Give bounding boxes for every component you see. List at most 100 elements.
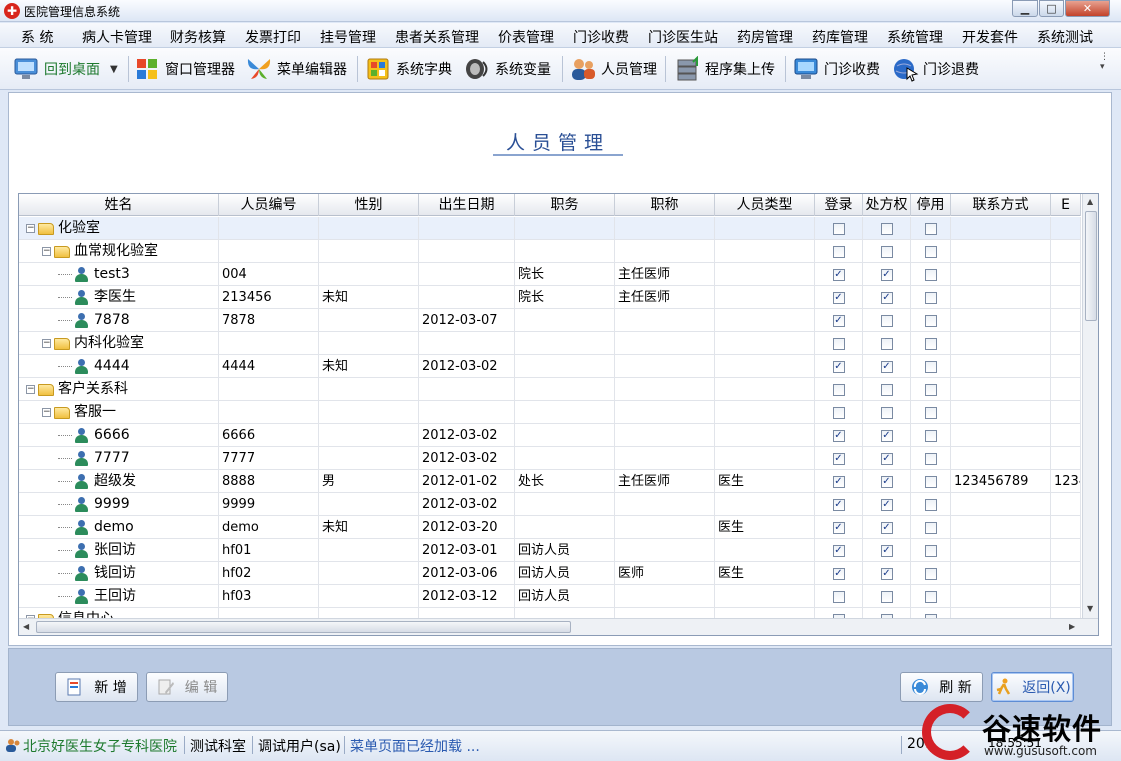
login-checkbox[interactable]: ✓ bbox=[832, 544, 845, 557]
menu-price-list[interactable]: 价表管理 bbox=[498, 27, 554, 47]
department-row[interactable]: − 客服一 bbox=[19, 401, 1081, 424]
collapse-toggle-icon[interactable]: − bbox=[42, 408, 51, 417]
menu-editor-button[interactable]: 菜单编辑器 bbox=[245, 56, 347, 82]
dropdown-arrow-icon[interactable]: ▼ bbox=[110, 64, 118, 75]
upload-assembly-button[interactable]: 程序集上传 bbox=[673, 55, 775, 82]
staff-row[interactable]: 9999 9999 2012-03-02 ✓ ✓ bbox=[19, 493, 1081, 516]
off-checkbox[interactable] bbox=[924, 360, 937, 373]
scroll-up-icon[interactable]: ▲ bbox=[1087, 197, 1093, 206]
off-checkbox[interactable] bbox=[924, 590, 937, 603]
off-checkbox[interactable] bbox=[924, 337, 937, 350]
menu-system[interactable]: 系 统 bbox=[21, 27, 53, 47]
off-checkbox[interactable] bbox=[924, 245, 937, 258]
menu-system-admin[interactable]: 系统管理 bbox=[887, 27, 943, 47]
rx-checkbox[interactable]: ✓ bbox=[880, 360, 893, 373]
rx-checkbox[interactable] bbox=[880, 590, 893, 603]
login-checkbox[interactable]: ✓ bbox=[832, 452, 845, 465]
vertical-scroll-thumb[interactable] bbox=[1085, 211, 1097, 321]
tree-cell[interactable]: 6666 bbox=[19, 424, 219, 447]
login-checkbox[interactable]: ✓ bbox=[832, 429, 845, 442]
tree-cell[interactable]: 李医生 bbox=[19, 286, 219, 309]
off-checkbox[interactable] bbox=[924, 268, 937, 281]
collapse-toggle-icon[interactable]: − bbox=[42, 339, 51, 348]
window-manager-button[interactable]: 窗口管理器 bbox=[133, 56, 235, 82]
toolbar-overflow-icon[interactable]: ⋮ ▾ bbox=[1100, 52, 1109, 72]
rx-checkbox[interactable] bbox=[880, 383, 893, 396]
rx-checkbox[interactable]: ✓ bbox=[880, 567, 893, 580]
header-disabled-col[interactable]: 停用 bbox=[911, 194, 951, 216]
tree-cell[interactable]: 张回访 bbox=[19, 539, 219, 562]
collapse-toggle-icon[interactable]: − bbox=[26, 385, 35, 394]
header-dob-col[interactable]: 出生日期 bbox=[419, 194, 515, 216]
system-variable-button[interactable]: 系统变量 bbox=[463, 56, 551, 82]
rx-checkbox[interactable]: ✓ bbox=[880, 429, 893, 442]
home-desktop-button[interactable]: 回到桌面 ▼ bbox=[12, 56, 118, 82]
login-checkbox[interactable]: ✓ bbox=[832, 314, 845, 327]
rx-checkbox[interactable]: ✓ bbox=[880, 498, 893, 511]
staff-row[interactable]: 4444 4444 未知 2012-03-02 ✓ ✓ bbox=[19, 355, 1081, 378]
login-checkbox[interactable] bbox=[832, 406, 845, 419]
off-checkbox[interactable] bbox=[924, 314, 937, 327]
off-checkbox[interactable] bbox=[924, 383, 937, 396]
tree-cell[interactable]: − 血常规化验室 bbox=[19, 240, 219, 263]
system-dictionary-button[interactable]: 系统字典 bbox=[364, 56, 452, 82]
login-checkbox[interactable]: ✓ bbox=[832, 475, 845, 488]
off-checkbox[interactable] bbox=[924, 222, 937, 235]
rx-checkbox[interactable] bbox=[880, 245, 893, 258]
off-checkbox[interactable] bbox=[924, 544, 937, 557]
rx-checkbox[interactable]: ✓ bbox=[880, 544, 893, 557]
header-extra-col[interactable]: E bbox=[1051, 194, 1081, 216]
off-checkbox[interactable] bbox=[924, 429, 937, 442]
tree-cell[interactable]: 9999 bbox=[19, 493, 219, 516]
header-type-col[interactable]: 人员类型 bbox=[715, 194, 815, 216]
rx-checkbox[interactable]: ✓ bbox=[880, 452, 893, 465]
department-row[interactable]: − 客户关系科 bbox=[19, 378, 1081, 401]
rx-checkbox[interactable] bbox=[880, 337, 893, 350]
header-login-col[interactable]: 登录 bbox=[815, 194, 863, 216]
menu-registration[interactable]: 挂号管理 bbox=[320, 27, 376, 47]
header-sex-col[interactable]: 性别 bbox=[319, 194, 419, 216]
menu-finance[interactable]: 财务核算 bbox=[170, 27, 226, 47]
login-checkbox[interactable]: ✓ bbox=[832, 291, 845, 304]
close-button[interactable]: ✕ bbox=[1065, 0, 1110, 17]
login-checkbox[interactable]: ✓ bbox=[832, 498, 845, 511]
refresh-button[interactable]: 刷 新 bbox=[900, 672, 983, 702]
off-checkbox[interactable] bbox=[924, 475, 937, 488]
scroll-down-icon[interactable]: ▼ bbox=[1087, 604, 1093, 613]
horizontal-scroll-thumb[interactable] bbox=[36, 621, 571, 633]
menu-dev-kit[interactable]: 开发套件 bbox=[962, 27, 1018, 47]
off-checkbox[interactable] bbox=[924, 498, 937, 511]
tree-cell[interactable]: 超级发 bbox=[19, 470, 219, 493]
rx-checkbox[interactable]: ✓ bbox=[880, 521, 893, 534]
menu-patient-relations[interactable]: 患者关系管理 bbox=[395, 27, 479, 47]
rx-checkbox[interactable]: ✓ bbox=[880, 475, 893, 488]
menu-patient-card[interactable]: 病人卡管理 bbox=[82, 27, 152, 47]
outpatient-charge-button[interactable]: 门诊收费 bbox=[792, 56, 880, 82]
off-checkbox[interactable] bbox=[924, 406, 937, 419]
off-checkbox[interactable] bbox=[924, 567, 937, 580]
back-button[interactable]: 返回(X) bbox=[991, 672, 1074, 702]
collapse-toggle-icon[interactable]: − bbox=[42, 247, 51, 256]
off-checkbox[interactable] bbox=[924, 452, 937, 465]
tree-cell[interactable]: 钱回访 bbox=[19, 562, 219, 585]
login-checkbox[interactable]: ✓ bbox=[832, 567, 845, 580]
tree-cell[interactable]: 4444 bbox=[19, 355, 219, 378]
header-name-col[interactable]: 姓名 bbox=[19, 194, 219, 216]
login-checkbox[interactable]: ✓ bbox=[832, 360, 845, 373]
header-duty-col[interactable]: 职务 bbox=[515, 194, 615, 216]
login-checkbox[interactable] bbox=[832, 590, 845, 603]
maximize-button[interactable]: □ bbox=[1039, 0, 1064, 17]
tree-cell[interactable]: − 客户关系科 bbox=[19, 378, 219, 401]
tree-cell[interactable]: demo bbox=[19, 516, 219, 539]
off-checkbox[interactable] bbox=[924, 291, 937, 304]
staff-row[interactable]: test3 004 院长 主任医师 ✓ ✓ bbox=[19, 263, 1081, 286]
header-rx-col[interactable]: 处方权 bbox=[863, 194, 911, 216]
staff-row[interactable]: 张回访 hf01 2012-03-01 回访人员 ✓ ✓ bbox=[19, 539, 1081, 562]
tree-cell[interactable]: 7777 bbox=[19, 447, 219, 470]
tree-cell[interactable]: test3 bbox=[19, 263, 219, 286]
add-button[interactable]: 新 增 bbox=[55, 672, 138, 702]
scroll-left-icon[interactable]: ◀ bbox=[23, 622, 29, 631]
header-title-col[interactable]: 职称 bbox=[615, 194, 715, 216]
minimize-button[interactable]: ▁ bbox=[1012, 0, 1038, 17]
tree-cell[interactable]: 7878 bbox=[19, 309, 219, 332]
